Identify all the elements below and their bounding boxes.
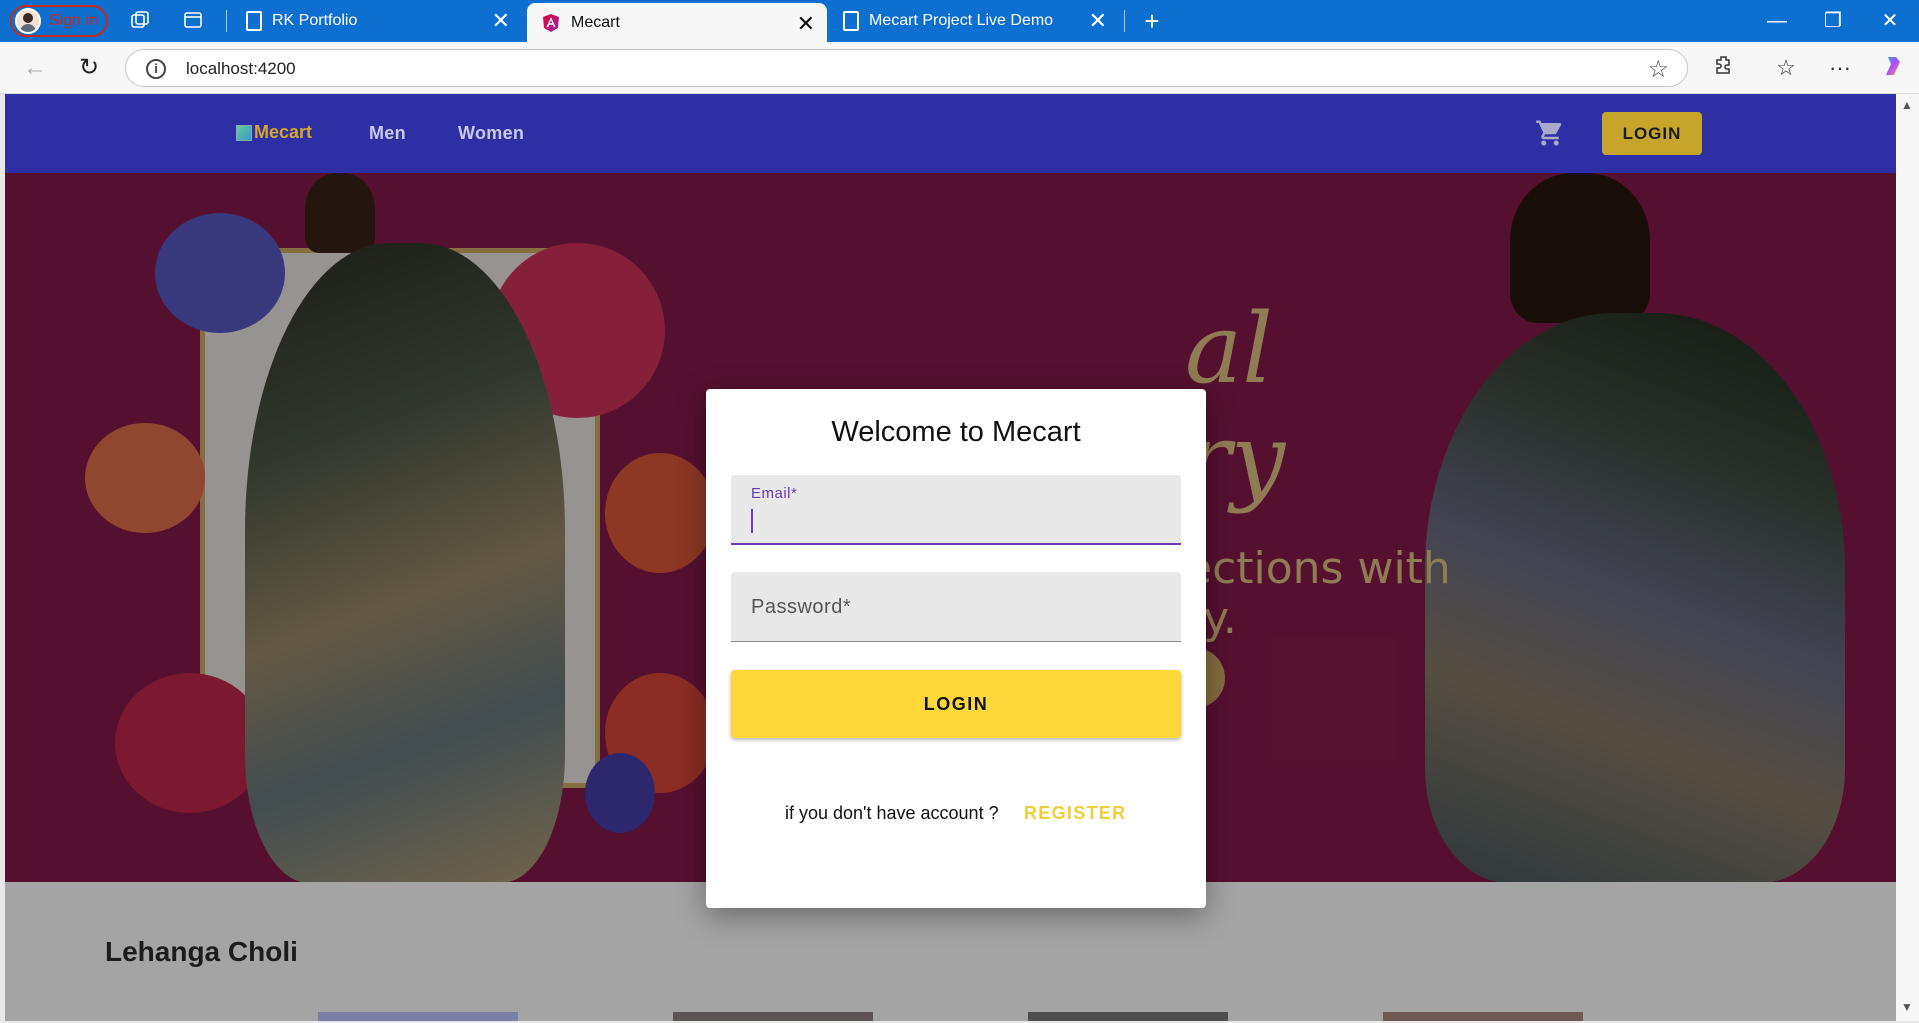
minimize-icon[interactable]: — [1762, 6, 1792, 36]
modal-title: Welcome to Mecart [831, 416, 1081, 448]
email-field[interactable]: Email* [731, 475, 1181, 545]
scroll-down-icon[interactable]: ▼ [1900, 1000, 1914, 1014]
email-label: Email* [751, 485, 798, 502]
register-row: if you don't have account ? REGISTER [706, 799, 1206, 829]
avatar [15, 8, 41, 34]
scroll-up-icon[interactable]: ▲ [1900, 98, 1914, 112]
angular-icon [543, 13, 559, 32]
reload-icon[interactable]: ↻ [76, 55, 102, 81]
login-modal: Welcome to Mecart Email* Password* LOGIN… [706, 389, 1206, 908]
new-tab-icon[interactable]: + [1140, 8, 1164, 34]
register-link[interactable]: REGISTER [1024, 803, 1126, 824]
extensions-icon[interactable] [1710, 54, 1738, 82]
site-navbar: Mecart Men Women LOGIN [5, 94, 1896, 173]
browser-tab-bar: Sign in RK Portfolio ✕ Mecart ✕ Mecart P… [0, 0, 1919, 42]
close-icon[interactable]: ✕ [797, 12, 815, 36]
favorite-star-icon[interactable]: ☆ [1647, 55, 1669, 84]
email-input[interactable] [751, 505, 1161, 535]
tab-title: RK Portfolio [272, 12, 358, 29]
copilot-icon[interactable] [1880, 54, 1908, 82]
workspaces-icon[interactable] [128, 9, 152, 33]
address-bar-row: ← ↻ i localhost:4200 ☆ ☆ ··· [0, 42, 1919, 94]
brand-logo[interactable]: Mecart [236, 122, 312, 143]
broken-image-icon [236, 124, 252, 141]
product-thumbnail[interactable] [673, 1012, 873, 1021]
more-icon[interactable]: ··· [1826, 54, 1854, 82]
nav-link-men[interactable]: Men [369, 123, 406, 144]
password-label: Password* [751, 596, 852, 618]
tab-mecart-live-demo[interactable]: Mecart Project Live Demo ✕ [829, 0, 1119, 42]
login-button[interactable]: LOGIN [731, 670, 1181, 738]
site-info-icon[interactable]: i [146, 59, 166, 79]
brand-text: Mecart [254, 122, 313, 142]
close-window-icon[interactable]: ✕ [1875, 6, 1905, 36]
tab-title: Mecart Project Live Demo [869, 12, 1054, 29]
back-icon[interactable]: ← [22, 55, 48, 81]
restore-icon[interactable]: ❐ [1818, 6, 1848, 36]
document-icon [843, 11, 859, 31]
page-viewport: Mecart Men Women LOGIN al ry ections wit… [5, 94, 1896, 1021]
product-thumbnail[interactable] [1383, 1012, 1583, 1021]
address-bar[interactable]: i localhost:4200 ☆ [125, 49, 1688, 87]
tab-mecart[interactable]: Mecart ✕ [527, 3, 827, 42]
url-text[interactable]: localhost:4200 [186, 59, 296, 79]
section-title: Lehanga Choli [105, 936, 298, 967]
tab-rk-portfolio[interactable]: RK Portfolio ✕ [232, 0, 522, 42]
close-icon[interactable]: ✕ [492, 9, 510, 33]
tab-title: Mecart [571, 13, 620, 31]
nav-login-button[interactable]: LOGIN [1602, 112, 1702, 155]
tab-separator [1124, 10, 1125, 32]
profile-button[interactable]: Sign in [10, 5, 108, 37]
tab-actions-icon[interactable] [181, 9, 205, 33]
page-scrollbar[interactable]: ▲ ▼ [1896, 94, 1919, 1021]
password-field[interactable]: Password* [731, 572, 1181, 642]
tab-separator [226, 10, 227, 32]
document-icon [246, 11, 262, 31]
no-account-text: if you don't have account ? [785, 803, 999, 823]
cart-icon[interactable] [1535, 118, 1565, 148]
product-thumbnail[interactable] [318, 1012, 518, 1021]
profile-label: Sign in [49, 12, 98, 29]
favorites-icon[interactable]: ☆ [1772, 54, 1800, 82]
product-thumbnail[interactable] [1028, 1012, 1228, 1021]
close-icon[interactable]: ✕ [1089, 9, 1107, 33]
nav-link-women[interactable]: Women [458, 123, 524, 144]
